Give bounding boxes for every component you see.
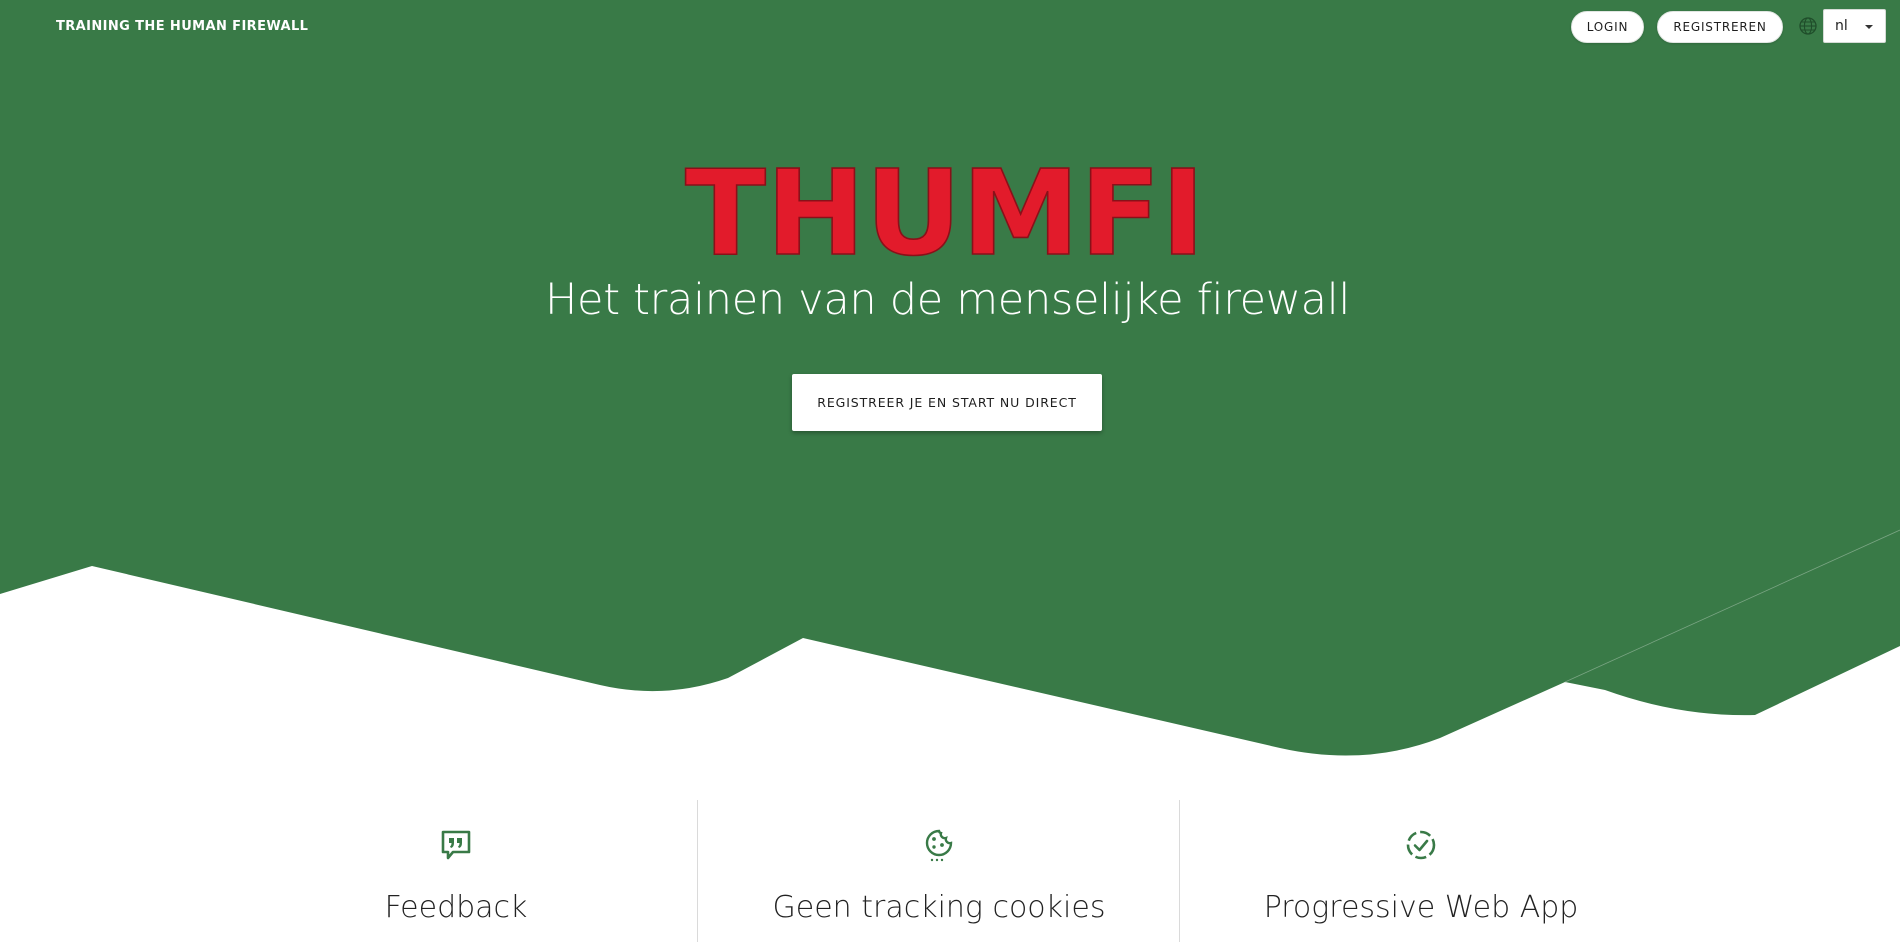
top-bar: TRAINING THE HUMAN FIREWALL LOGIN REGIST… [0, 0, 1900, 54]
thumfi-logo: THUMFI [680, 143, 1210, 283]
register-start-button[interactable]: REGISTREER JE EN START NU DIRECT [792, 374, 1102, 431]
feature-title: Geen tracking cookies [772, 890, 1106, 925]
chevron-down-icon [1865, 25, 1873, 29]
feature-title: Progressive Web App [1263, 890, 1579, 925]
register-button[interactable]: REGISTREREN [1657, 11, 1783, 43]
features-section: Feedback Geen tracking cookies Progressi… [0, 800, 1900, 942]
feedback-quote-icon [441, 830, 471, 860]
logo-text: THUMFI [685, 160, 1205, 264]
login-button[interactable]: LOGIN [1571, 11, 1644, 43]
globe-icon [1799, 17, 1817, 35]
hero-tagline: Het trainen van de menselijke firewall [545, 275, 1350, 325]
dashed-check-circle-icon [1406, 830, 1436, 860]
cookie-icon [925, 829, 953, 862]
feature-card: Geen tracking cookies [697, 800, 1180, 942]
language-select-value: nl [1835, 18, 1848, 34]
feature-card: Feedback [215, 800, 697, 942]
feature-title: Feedback [384, 890, 528, 925]
language-select[interactable]: nl [1823, 9, 1886, 43]
feature-card: Progressive Web App [1179, 800, 1662, 942]
site-name-link[interactable]: TRAINING THE HUMAN FIREWALL [56, 19, 308, 34]
landing-page: TRAINING THE HUMAN FIREWALL LOGIN REGIST… [0, 0, 1900, 942]
